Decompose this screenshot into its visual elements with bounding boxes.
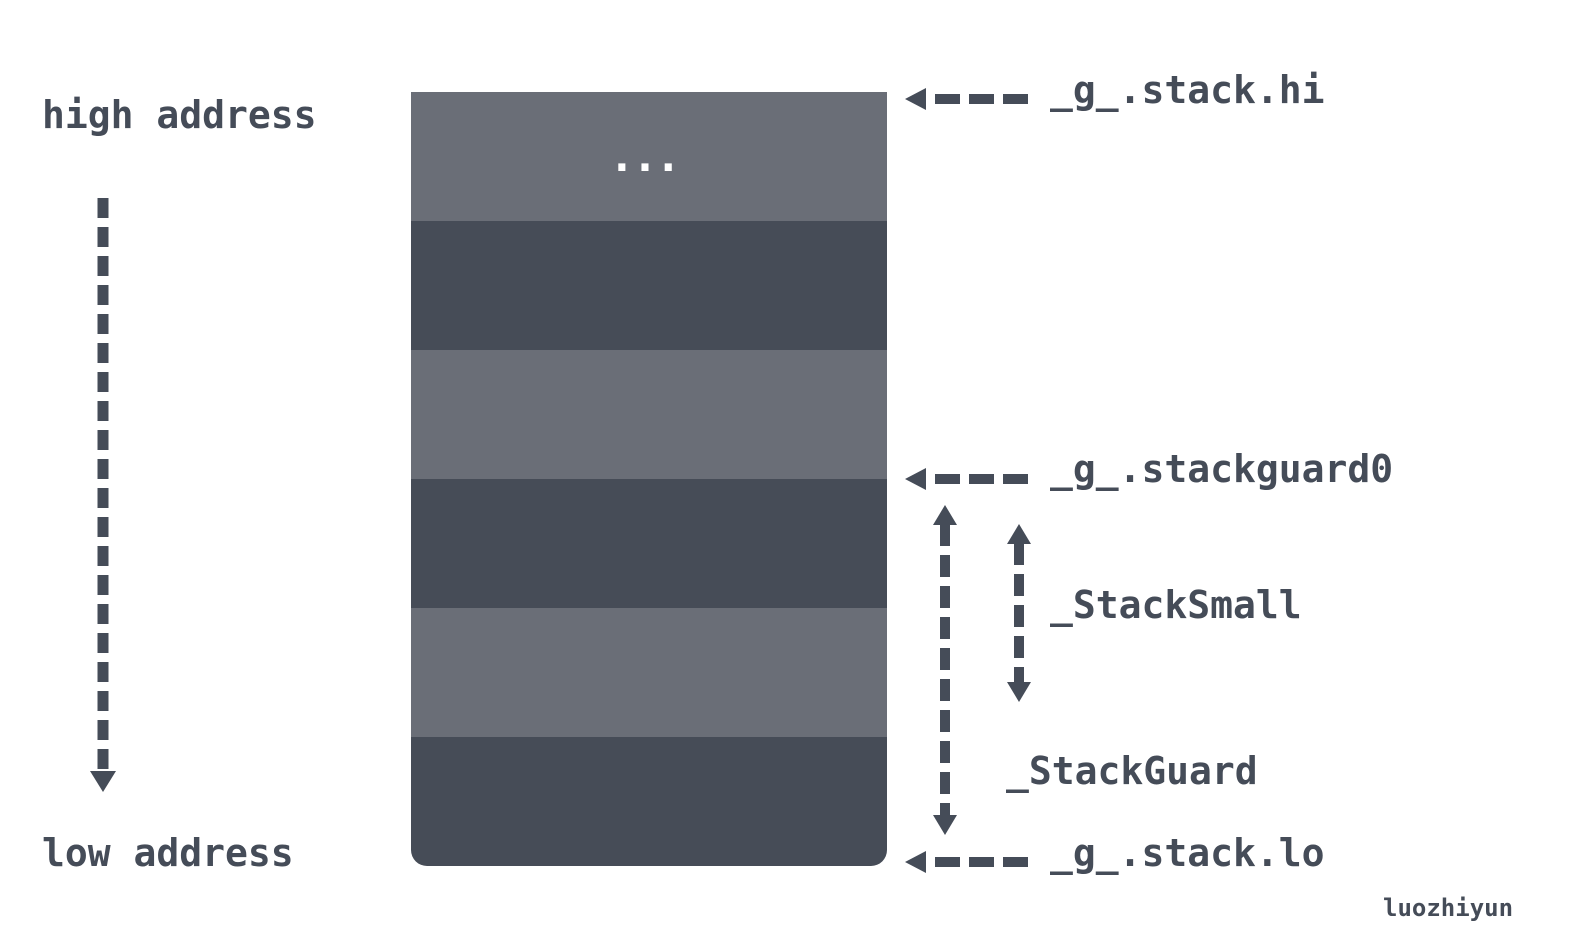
stack-hi-pointer-arrow (905, 88, 1028, 110)
stacksmall-label: _StackSmall (1050, 583, 1302, 627)
stackguard-label: _StackGuard (1006, 749, 1258, 793)
stack-lo-label: _g_.stack.lo (1050, 831, 1325, 875)
stack-hi-label: _g_.stack.hi (1050, 68, 1325, 112)
address-direction-arrow (90, 198, 116, 792)
stackguard0-pointer-arrow (905, 468, 1028, 490)
stackguard0-label: _g_.stackguard0 (1050, 447, 1394, 491)
author-signature: luozhiyun (1383, 894, 1514, 922)
stacksmall-range-arrow (1007, 524, 1031, 702)
stack-lo-pointer-arrow (905, 851, 1028, 873)
stackguard-range-arrow (933, 505, 957, 835)
